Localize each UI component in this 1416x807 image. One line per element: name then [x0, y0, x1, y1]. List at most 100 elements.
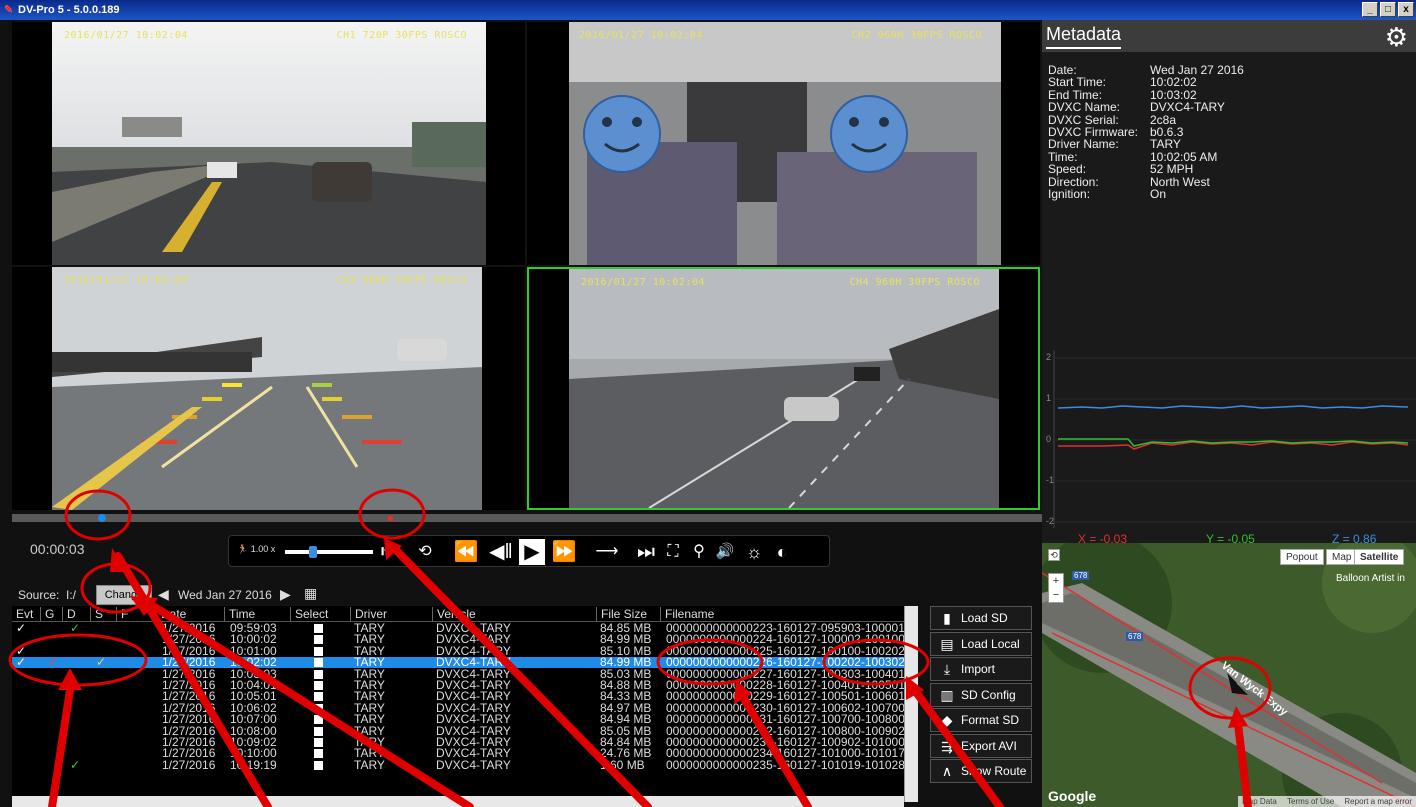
- fullscreen-icon[interactable]: ⛶: [661, 539, 685, 565]
- event-marker[interactable]: [388, 516, 393, 521]
- skip-to-end-icon[interactable]: ⏭: [633, 539, 659, 565]
- cell-file: 0000000000000233-160127-100902-101000: [666, 737, 904, 748]
- col-g[interactable]: G: [40, 607, 54, 621]
- table-row[interactable]: 1/27/2016 10:10:00 TARY DVXC4-TARY 24.76 MB 0…: [12, 748, 904, 759]
- table-vertical-scrollbar[interactable]: [904, 606, 918, 802]
- select-checkbox[interactable]: [314, 703, 323, 713]
- next-date-icon[interactable]: ▶: [280, 586, 291, 603]
- cell-time: 10:10:00: [230, 748, 277, 760]
- table-row[interactable]: 1/27/2016 10:00:02 TARY DVXC4-TARY 84.99 MB 0…: [12, 634, 904, 645]
- cell-driver: TARY: [354, 623, 385, 634]
- col-driver[interactable]: Driver: [350, 607, 387, 621]
- col-time[interactable]: Time: [224, 607, 255, 621]
- sd-config-button[interactable]: ▥ SD Config: [930, 682, 1032, 707]
- table-row[interactable]: 1/27/2016 10:05:01 TARY DVXC4-TARY 84.33 MB 0…: [12, 691, 904, 702]
- zoom-icon[interactable]: ⚲: [687, 539, 711, 565]
- table-row[interactable]: 1/27/2016 10:08:00 TARY DVXC4-TARY 85.05 MB 0…: [12, 726, 904, 737]
- maximize-button[interactable]: □: [1380, 2, 1396, 17]
- col-select[interactable]: Select: [290, 607, 328, 621]
- close-button[interactable]: x: [1398, 2, 1414, 17]
- cell-file: 0000000000000226-160127-100202-100302: [666, 657, 904, 669]
- play-icon[interactable]: ▶: [519, 539, 545, 565]
- y-tick-0: 0: [1046, 434, 1052, 444]
- camera-view-ch1[interactable]: 2016/01/27 10:02:04 CH1 720P 30FPS ROSCO: [12, 22, 525, 265]
- calendar-icon[interactable]: ▦: [304, 585, 317, 602]
- prev-date-icon[interactable]: ◀: [158, 586, 169, 603]
- col-vehicle[interactable]: Vehicle: [432, 607, 476, 621]
- show-route-button[interactable]: ∧ Show Route: [930, 759, 1032, 783]
- select-checkbox[interactable]: [314, 635, 323, 645]
- table-row[interactable]: ✓ ✓ ✓ 1/27/2016 10:02:02 TARY DVXC4-TARY 84.99 …: [12, 657, 904, 669]
- map-reset-icon[interactable]: ⟲: [1048, 549, 1060, 561]
- cell-evt: ✓: [16, 645, 27, 657]
- col-filename[interactable]: Filename: [660, 607, 714, 621]
- terms-link[interactable]: Terms of Use: [1283, 797, 1338, 806]
- select-checkbox[interactable]: [314, 726, 323, 736]
- map-data-link[interactable]: Map Data: [1238, 797, 1281, 806]
- minimize-button[interactable]: _: [1362, 2, 1378, 17]
- table-row[interactable]: 1/27/2016 10:04:01 TARY DVXC4-TARY 84.88 MB 0…: [12, 680, 904, 691]
- select-checkbox[interactable]: [314, 738, 323, 747]
- camera-view-ch3[interactable]: 2016/01/27 10:02:04 CH3 960H 30FPS ROSCO: [12, 267, 525, 510]
- brightness-icon[interactable]: ☼: [741, 539, 767, 565]
- format-sd-button[interactable]: ◆ Format SD: [930, 708, 1032, 732]
- speed-slider-handle[interactable]: [309, 546, 317, 558]
- col-f[interactable]: F: [116, 607, 128, 621]
- select-checkbox[interactable]: [314, 669, 323, 679]
- select-checkbox[interactable]: [314, 658, 323, 668]
- map-type-map-button[interactable]: Map: [1326, 549, 1358, 565]
- cell-vehicle: DVXC4-TARY: [436, 645, 511, 657]
- cell-date: 1/27/2016: [162, 623, 216, 634]
- col-filesize[interactable]: File Size: [596, 607, 647, 621]
- contrast-icon[interactable]: ◐: [769, 539, 795, 565]
- rewind-icon[interactable]: ⏪: [449, 539, 483, 565]
- change-source-button[interactable]: Change: [96, 585, 152, 605]
- col-s[interactable]: S: [90, 607, 103, 621]
- map-type-satellite-button[interactable]: Satellite: [1354, 549, 1405, 565]
- cell-time: 10:00:02: [230, 634, 277, 646]
- map-popout-button[interactable]: Popout: [1280, 549, 1324, 565]
- camera-view-ch4[interactable]: 2016/01/27 10:02:04 CH4 960H 30FPS ROSCO: [527, 267, 1040, 510]
- seek-bar[interactable]: [12, 514, 1042, 522]
- metadata-tab[interactable]: Metadata: [1046, 24, 1122, 49]
- table-row[interactable]: 1/27/2016 10:09:02 TARY DVXC4-TARY 84.84 MB 0…: [12, 737, 904, 748]
- table-row[interactable]: ✓ 1/27/2016 10:19:19 TARY DVXC4-TARY 1.60 MB 0…: [12, 760, 904, 771]
- skip-to-start-icon[interactable]: ⏮: [377, 539, 403, 565]
- cell-size: 1.60 MB: [600, 759, 645, 771]
- export-avi-button[interactable]: ⇶ Export AVI: [930, 733, 1032, 758]
- select-checkbox[interactable]: [314, 692, 323, 702]
- col-evt[interactable]: Evt: [12, 607, 33, 621]
- step-back-icon[interactable]: ◀‖: [485, 539, 517, 565]
- cell-vehicle: DVXC4-TARY: [436, 748, 511, 760]
- load-local-button[interactable]: ▤ Load Local: [930, 631, 1032, 656]
- table-horizontal-scrollbar[interactable]: [12, 796, 904, 807]
- speed-slider[interactable]: [285, 550, 373, 554]
- map-zoom-control[interactable]: + −: [1048, 573, 1064, 603]
- table-row[interactable]: 1/27/2016 10:07:00 TARY DVXC4-TARY 84.94 MB 0…: [12, 714, 904, 725]
- select-checkbox[interactable]: [314, 624, 323, 633]
- select-checkbox[interactable]: [314, 760, 323, 770]
- volume-icon[interactable]: 🔊: [713, 539, 737, 565]
- camera-view-ch2[interactable]: 2016/01/27 10:02:04 CH2 960H 30FPS ROSCO: [527, 22, 1040, 265]
- col-d[interactable]: D: [62, 607, 76, 621]
- loop-back-icon[interactable]: ⟲: [405, 539, 445, 565]
- select-checkbox[interactable]: [314, 681, 323, 690]
- table-row[interactable]: ✓ ✓ 1/27/2016 09:59:03 TARY DVXC4-TARY 84.85 M…: [12, 623, 904, 634]
- fast-forward-icon[interactable]: ⏩: [547, 539, 581, 565]
- select-checkbox[interactable]: [314, 646, 323, 656]
- table-row[interactable]: ✓ 1/27/2016 10:01:00 TARY DVXC4-TARY 85.10 MB…: [12, 646, 904, 657]
- select-checkbox[interactable]: [314, 749, 323, 759]
- load-sd-button[interactable]: ▮ Load SD: [930, 606, 1032, 630]
- select-checkbox[interactable]: [314, 715, 323, 725]
- table-row[interactable]: 1/27/2016 10:06:02 TARY DVXC4-TARY 84.97 MB 0…: [12, 703, 904, 714]
- map-view[interactable]: ⟲ + − Popout Map Satellite Balloon Artist…: [1042, 543, 1416, 807]
- metadata-value: 10:02:02: [1150, 75, 1197, 90]
- table-row[interactable]: 1/27/2016 10:03:03 TARY DVXC4-TARY 85.03 MB 0…: [12, 669, 904, 680]
- settings-gear-icon[interactable]: ⚙: [1385, 22, 1408, 53]
- import-button[interactable]: ⤓ Import: [930, 657, 1032, 681]
- export-icon: ⇶: [941, 737, 953, 754]
- loop-forward-icon[interactable]: ⟶: [585, 539, 629, 565]
- col-date[interactable]: Date: [156, 607, 186, 621]
- playhead-handle[interactable]: [97, 514, 106, 522]
- report-error-link[interactable]: Report a map error: [1340, 797, 1416, 806]
